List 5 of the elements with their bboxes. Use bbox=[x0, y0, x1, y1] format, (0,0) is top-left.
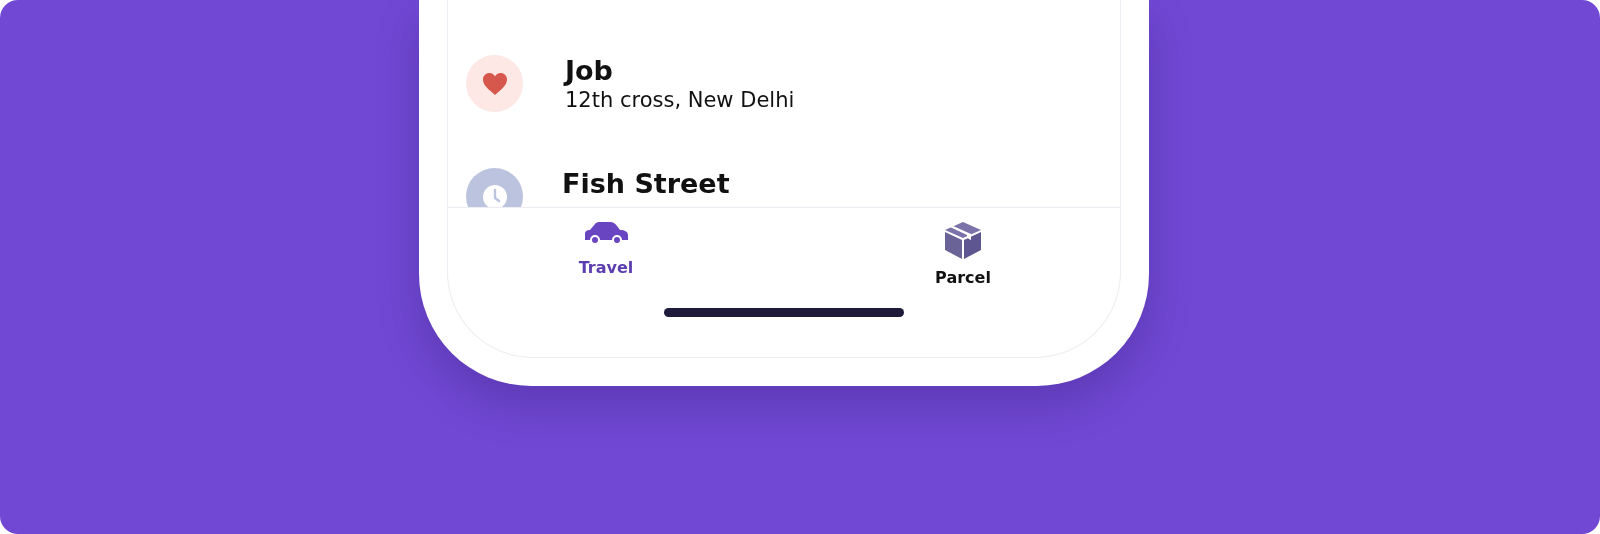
tab[interactable]: Travel bbox=[526, 208, 686, 308]
place-address: 12th cross, New Delhi bbox=[565, 87, 795, 113]
place-title: Fish Street bbox=[562, 168, 730, 200]
tab[interactable]: Parcel bbox=[883, 208, 1043, 308]
place-title: Job bbox=[565, 55, 614, 87]
